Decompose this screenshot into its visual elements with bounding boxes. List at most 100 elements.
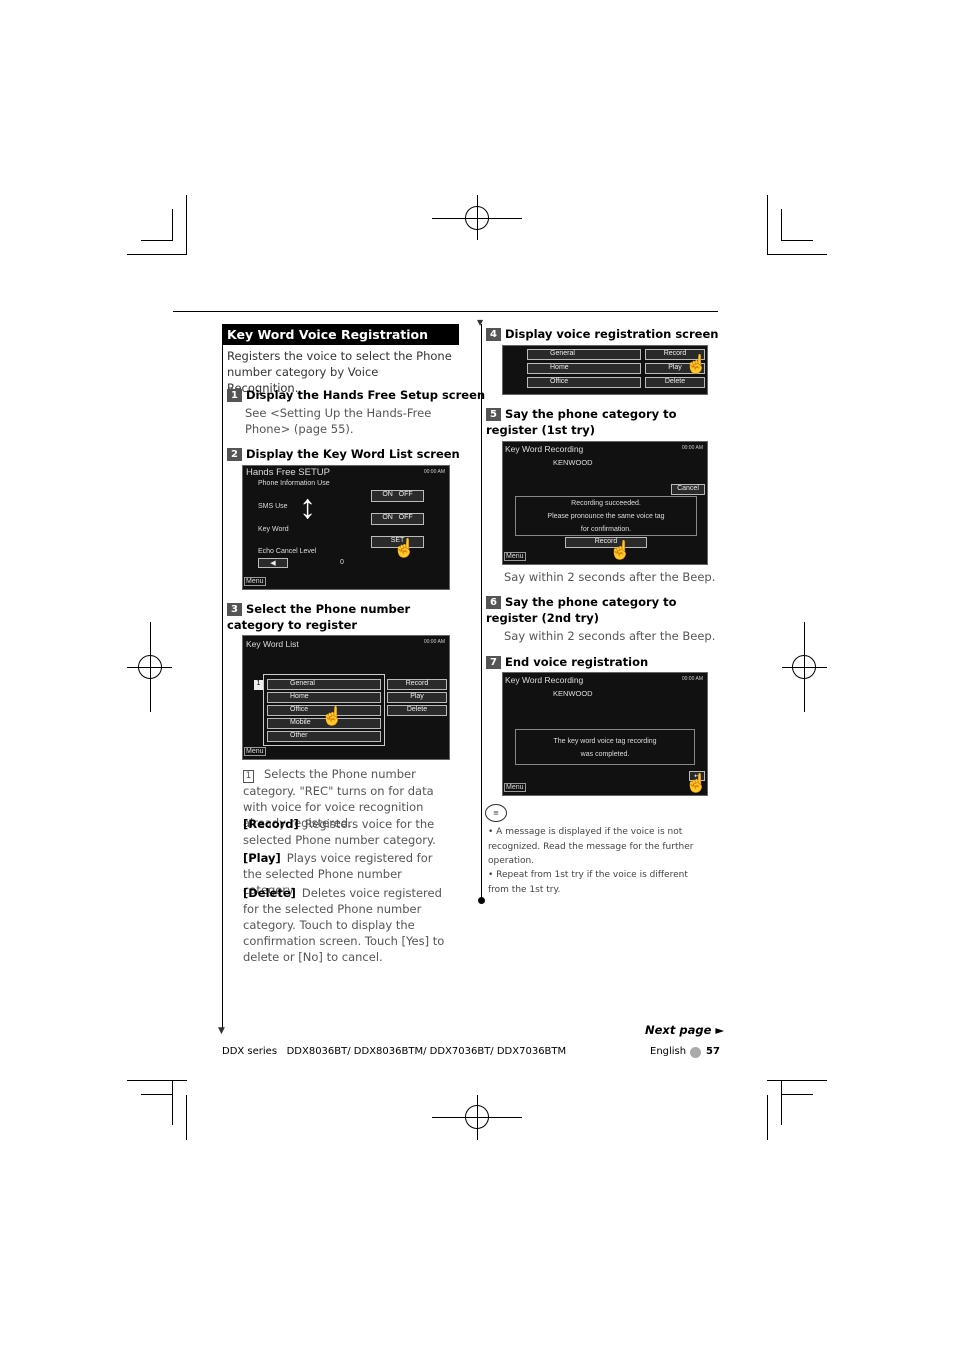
crop-mark	[141, 240, 173, 241]
menu-button: Menu	[244, 577, 266, 586]
delete-button: Delete	[387, 705, 447, 716]
category-item: Home	[527, 363, 641, 374]
delete-button: Delete	[645, 377, 705, 388]
recording-screenshot-1: Key Word Recording 00:00 AM KENWOOD Canc…	[502, 441, 708, 565]
crop-mark	[477, 195, 478, 240]
status-time: 00:00 AM	[423, 639, 445, 645]
level-value: 0	[340, 559, 344, 566]
row-label: Echo Cancel Level	[258, 548, 317, 555]
hand-pointer-icon: ☝	[393, 538, 416, 558]
note-icon: ≡	[485, 804, 507, 822]
recording-screenshot-2: Key Word Recording 00:00 AM KENWOOD The …	[502, 672, 708, 796]
step-1-text: See <Setting Up the Hands-Free Phone> (p…	[245, 406, 432, 436]
step-2-title: 2 Display the Key Word List screen	[227, 446, 460, 462]
note-item: • Repeat from 1st try if the voice is di…	[488, 870, 688, 895]
hand-pointer-icon: ☝	[321, 706, 344, 726]
left-column-rule	[222, 345, 223, 1030]
crop-mark	[767, 1080, 827, 1081]
screen-title: Key Word Recording	[505, 444, 584, 454]
top-rule	[173, 311, 718, 312]
step-number: 5	[486, 408, 501, 421]
next-page-link[interactable]: Next page ►	[645, 1023, 724, 1037]
hand-pointer-icon: ☝	[685, 773, 708, 793]
category-item: General	[527, 349, 641, 360]
screen-title: Key Word Recording	[505, 675, 584, 685]
crop-mark	[767, 195, 768, 255]
note-item: • A message is displayed if the voice is…	[488, 827, 694, 866]
menu-button: Menu	[504, 783, 526, 792]
key-word-list-screenshot: Key Word List 00:00 AM 1 General Home Of…	[242, 635, 450, 760]
arrow-down-icon: ▼	[218, 1026, 225, 1036]
step-3-title: 3 Select the Phone number category to reg…	[227, 601, 452, 633]
voice-name: KENWOOD	[553, 458, 593, 467]
step-title-text: End voice registration	[505, 655, 649, 669]
note-text: Repeat from 1st try if the voice is diff…	[488, 870, 688, 895]
crop-mark	[477, 1095, 478, 1140]
crop-mark	[172, 1080, 173, 1125]
message-line: was completed.	[580, 751, 630, 758]
footer-language: English	[650, 1046, 687, 1057]
voice-name: KENWOOD	[553, 689, 593, 698]
step-4-title: 4 Display voice registration screen	[486, 326, 718, 342]
row-label: Key Word	[258, 526, 289, 533]
category-item: Office	[527, 377, 641, 388]
arrow-down-icon: ▼	[477, 318, 484, 327]
step-5-title: 5 Say the phone category to register (1st…	[486, 406, 711, 438]
crop-mark	[186, 1095, 187, 1140]
off-label: OFF	[398, 514, 413, 521]
message-line: Please pronounce the same voice tag	[547, 513, 665, 520]
step-title-text: Display the Key Word List screen	[246, 447, 460, 461]
crop-mark	[804, 622, 805, 712]
step-title-text: Say the phone category to register (1st …	[486, 407, 677, 437]
manual-page: ▼ ▼ Key Word Voice Registration Register…	[0, 0, 954, 1350]
menu-button: Menu	[244, 747, 266, 756]
step-6-title: 6 Say the phone category to register (2nd…	[486, 594, 711, 626]
callout-marker: 1	[254, 680, 263, 690]
row-label: Phone Information Use	[258, 480, 330, 487]
step-5-text: Say within 2 seconds after the Beep.	[504, 570, 716, 584]
crop-mark	[141, 1094, 173, 1095]
voice-registration-screenshot: General Home Office Record Play Delete ☝	[502, 345, 708, 395]
right-column-rule	[481, 324, 482, 901]
description-key: [Record]	[243, 817, 299, 831]
left-arrow-button: ◀	[258, 558, 288, 568]
footer-series: DDX series DDX8036BT/ DDX8036BTM/ DDX703…	[222, 1046, 567, 1057]
message-box: Recording succeeded. Please pronounce th…	[515, 496, 697, 536]
step-number: 3	[227, 603, 242, 616]
step-7-title: 7 End voice registration	[486, 654, 648, 670]
crop-mark	[127, 254, 187, 255]
crop-mark	[781, 209, 782, 240]
crop-mark	[767, 1095, 768, 1140]
page-number: 57	[706, 1046, 720, 1057]
crop-mark	[767, 254, 827, 255]
step-1-title: 1 Display the Hands Free Setup screen	[227, 387, 485, 403]
category-item: Home	[267, 692, 381, 703]
crop-mark	[781, 240, 813, 241]
category-item: General	[267, 679, 381, 690]
step-number: 4	[486, 328, 501, 341]
crop-mark	[172, 209, 173, 240]
status-time: 00:00 AM	[423, 469, 445, 475]
screen-title: Key Word List	[246, 639, 299, 649]
cancel-button: Cancel	[671, 484, 705, 495]
hand-pointer-icon: ☝	[609, 540, 632, 560]
step-number: 1	[227, 389, 242, 402]
row-label: SMS Use	[258, 503, 288, 510]
message-line: The key word voice tag recording	[553, 738, 657, 745]
hand-pointer-icon: ☝	[685, 354, 708, 374]
status-time: 00:00 AM	[681, 676, 703, 682]
step-number: 2	[227, 448, 242, 461]
step-number: 7	[486, 656, 501, 669]
crop-mark	[781, 1080, 782, 1125]
message-box: The key word voice tag recording was com…	[515, 729, 695, 765]
status-time: 00:00 AM	[681, 445, 703, 451]
page-dot	[690, 1047, 701, 1058]
step-6-text: Say within 2 seconds after the Beep.	[504, 629, 716, 643]
record-button: Record	[387, 679, 447, 690]
category-item: Other	[267, 731, 381, 742]
note-text: A message is displayed if the voice is n…	[488, 827, 694, 866]
on-label: ON	[382, 491, 393, 498]
off-label: OFF	[398, 491, 413, 498]
crop-mark	[127, 1080, 187, 1081]
description-key: [Delete]	[243, 886, 296, 900]
